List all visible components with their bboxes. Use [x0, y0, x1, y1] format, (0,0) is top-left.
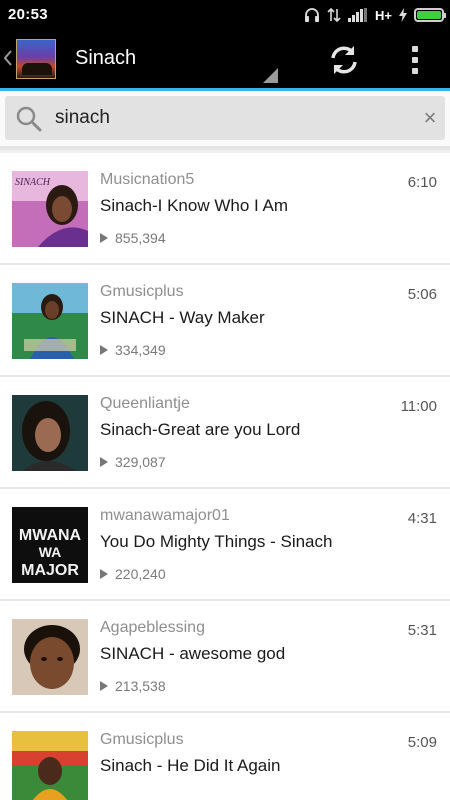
- app-logo[interactable]: [16, 39, 56, 79]
- clear-search-button[interactable]: ×: [417, 105, 443, 131]
- battery-icon: [414, 8, 446, 22]
- channel-name: Agapeblessing: [100, 619, 205, 636]
- video-title[interactable]: Sinach-I Know Who I Am: [100, 196, 288, 216]
- action-bar: Sinach: [0, 30, 450, 88]
- channel-name: Musicnation5: [100, 171, 195, 188]
- video-title[interactable]: You Do Mighty Things - Sinach: [100, 532, 332, 552]
- channel-name: Gmusicplus: [100, 283, 184, 300]
- status-icons: H+: [304, 6, 446, 24]
- video-list-item[interactable]: Gmusicplus 5:09 Sinach - He Did It Again: [0, 713, 450, 800]
- view-count-value: 329,087: [115, 454, 166, 470]
- video-duration: 4:31: [407, 510, 437, 527]
- data-transfer-icon: [327, 7, 341, 23]
- status-bar: 20:53 H+: [0, 0, 450, 30]
- video-list-item[interactable]: Gmusicplus 5:06 SINACH - Way Maker 334,3…: [0, 265, 450, 377]
- view-count: 213,538: [100, 678, 166, 694]
- video-title[interactable]: SINACH - Way Maker: [100, 308, 265, 328]
- view-count: 334,349: [100, 342, 166, 358]
- play-icon: [100, 457, 108, 467]
- channel-name: Gmusicplus: [100, 731, 184, 748]
- view-count-value: 220,240: [115, 566, 166, 582]
- video-duration: 11:00: [400, 398, 437, 415]
- svg-text:SINACH: SINACH: [15, 177, 51, 188]
- video-list-item[interactable]: Agapeblessing 5:31 SINACH - awesome god …: [0, 601, 450, 713]
- results-list: SINACH Musicnation5 6:10 Sinach-I Know W…: [0, 153, 450, 800]
- back-chevron-icon[interactable]: [3, 49, 13, 67]
- view-count: 329,087: [100, 454, 166, 470]
- video-thumbnail[interactable]: [12, 395, 88, 471]
- view-count-value: 855,394: [115, 230, 166, 246]
- video-title[interactable]: Sinach-Great are you Lord: [100, 420, 300, 440]
- refresh-button[interactable]: [327, 43, 361, 77]
- video-thumbnail[interactable]: [12, 619, 88, 695]
- search-area: ×: [0, 91, 450, 146]
- status-time: 20:53: [8, 6, 48, 23]
- play-icon: [100, 569, 108, 579]
- view-count: 220,240: [100, 566, 166, 582]
- search-box[interactable]: ×: [5, 96, 445, 140]
- signal-icon: [348, 8, 368, 22]
- video-duration: 5:31: [407, 622, 437, 639]
- video-list-item[interactable]: MWANA WA MAJOR mwanawamajor01 4:31 You D…: [0, 489, 450, 601]
- play-icon: [100, 345, 108, 355]
- video-title[interactable]: Sinach - He Did It Again: [100, 756, 280, 776]
- video-thumbnail[interactable]: SINACH: [12, 171, 88, 247]
- play-icon: [100, 233, 108, 243]
- headphones-icon: [305, 8, 320, 22]
- svg-text:MWANA: MWANA: [19, 527, 82, 544]
- svg-text:WA: WA: [39, 544, 62, 560]
- channel-name: Queenliantje: [100, 395, 190, 412]
- video-thumbnail[interactable]: [12, 731, 88, 800]
- dropdown-indicator-icon[interactable]: [263, 68, 278, 83]
- network-type: H+: [375, 7, 392, 23]
- video-list-item[interactable]: SINACH Musicnation5 6:10 Sinach-I Know W…: [0, 153, 450, 265]
- video-thumbnail[interactable]: [12, 283, 88, 359]
- search-icon: [16, 106, 42, 132]
- view-count: 855,394: [100, 230, 166, 246]
- video-duration: 5:06: [407, 286, 437, 303]
- charging-icon: [399, 8, 407, 22]
- video-title[interactable]: SINACH - awesome god: [100, 644, 285, 664]
- channel-name: mwanawamajor01: [100, 507, 230, 524]
- view-count-value: 213,538: [115, 678, 166, 694]
- view-count-value: 334,349: [115, 342, 166, 358]
- svg-text:MAJOR: MAJOR: [21, 562, 79, 579]
- play-icon: [100, 681, 108, 691]
- video-list-item[interactable]: Queenliantje 11:00 Sinach-Great are you …: [0, 377, 450, 489]
- search-input[interactable]: [55, 96, 405, 140]
- overflow-menu-button[interactable]: [408, 43, 422, 77]
- video-thumbnail[interactable]: MWANA WA MAJOR: [12, 507, 88, 583]
- video-duration: 6:10: [407, 174, 437, 191]
- page-title[interactable]: Sinach: [75, 47, 136, 70]
- video-duration: 5:09: [407, 734, 437, 751]
- search-divider: [0, 146, 450, 150]
